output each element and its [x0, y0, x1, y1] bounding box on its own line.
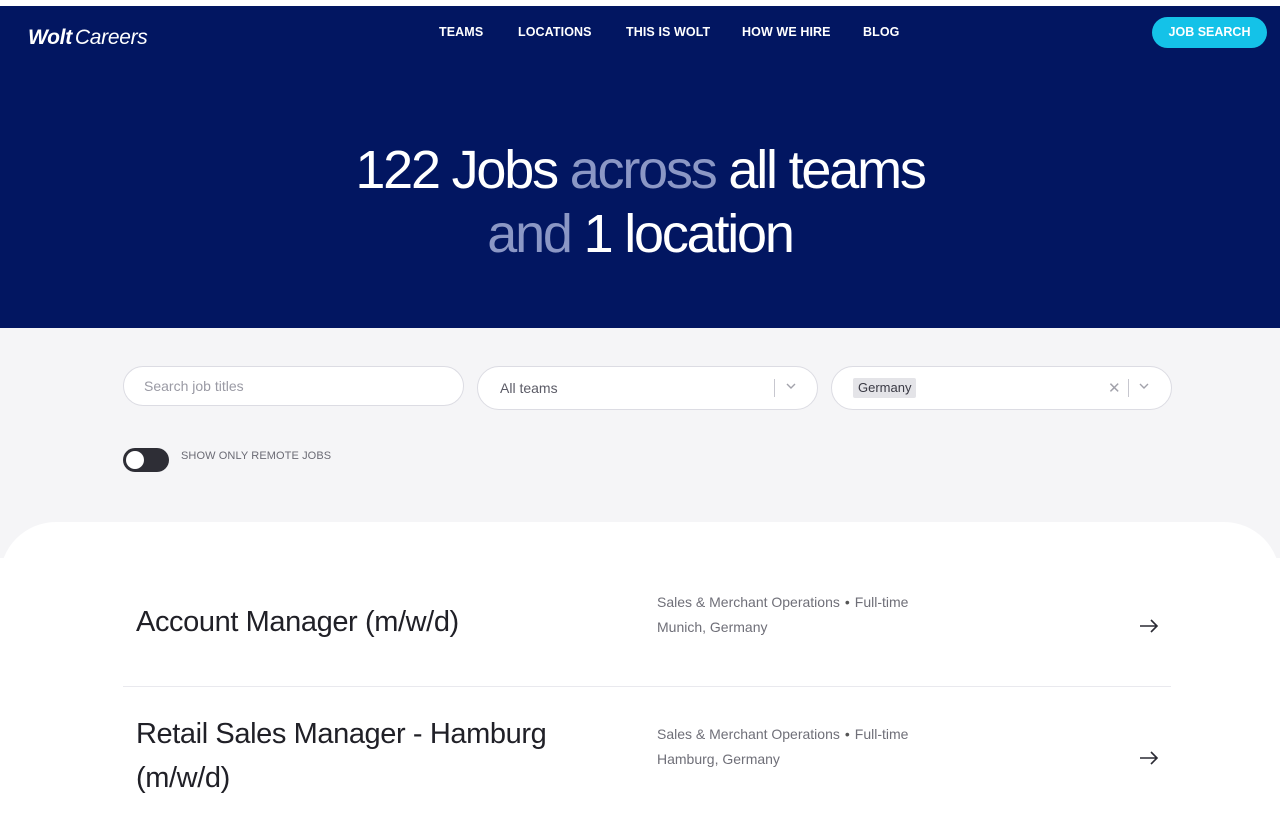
location-chip[interactable]: Germany	[853, 378, 917, 398]
job-location: Munich, Germany	[657, 619, 768, 635]
headline-across: across	[569, 140, 718, 200]
meta-separator: •	[844, 726, 850, 742]
job-meta: Sales & Merchant Operations • Full-time Mu…	[657, 590, 908, 640]
headline-all-teams: all teams	[728, 140, 926, 200]
teams-select[interactable]: All teams	[477, 366, 818, 410]
nav-how-we-hire[interactable]: HOW WE HIRE	[742, 25, 831, 39]
location-select[interactable]: Germany ✕	[831, 366, 1172, 410]
search-input[interactable]	[124, 367, 463, 405]
nav-blog[interactable]: BLOG	[863, 25, 900, 39]
job-meta: Sales & Merchant Operations • Full-time Ha…	[657, 722, 908, 772]
job-team: Sales & Merchant Operations	[657, 594, 840, 610]
chevron-down-icon[interactable]	[1136, 378, 1152, 394]
remote-jobs-toggle-label: SHOW ONLY REMOTE JOBS	[181, 450, 332, 462]
teams-select-value: All teams	[500, 380, 558, 396]
headline-location-count: 1 location	[583, 204, 795, 264]
job-title[interactable]: Account Manager (m/w/d)	[136, 600, 606, 644]
page-headline: 122 Jobs across all teams and 1 location	[0, 138, 1280, 266]
clear-icon[interactable]: ✕	[1108, 379, 1121, 397]
headline-job-count: 122 Jobs	[355, 140, 559, 200]
job-location: Hamburg, Germany	[657, 751, 780, 767]
job-list-item[interactable]: Account Manager (m/w/d) Sales & Merchant…	[123, 592, 1171, 662]
job-type: Full-time	[854, 726, 909, 742]
arrow-right-icon[interactable]	[1139, 618, 1159, 634]
search-field	[123, 366, 464, 406]
job-title[interactable]: Retail Sales Manager - Hamburg (m/w/d)	[136, 712, 606, 800]
chevron-down-icon[interactable]	[783, 378, 799, 394]
headline-and: and	[487, 204, 573, 264]
job-type: Full-time	[854, 594, 909, 610]
remote-jobs-toggle[interactable]	[123, 448, 169, 472]
nav-locations[interactable]: LOCATIONS	[518, 25, 592, 39]
job-team: Sales & Merchant Operations	[657, 726, 840, 742]
arrow-right-icon[interactable]	[1139, 750, 1159, 766]
row-divider	[123, 686, 1171, 687]
location-select-separator	[1128, 379, 1129, 397]
meta-separator: •	[844, 594, 850, 610]
nav-teams[interactable]: TEAMS	[439, 25, 483, 39]
job-search-button[interactable]: JOB SEARCH	[1152, 17, 1267, 48]
hero-banner: Wolt Careers TEAMS LOCATIONS THIS IS WOLT…	[0, 6, 1280, 328]
main-nav: TEAMS LOCATIONS THIS IS WOLT HOW WE HIRE…	[0, 25, 1280, 41]
toggle-knob	[126, 451, 144, 469]
job-list-item[interactable]: Retail Sales Manager - Hamburg (m/w/d) S…	[123, 712, 1171, 808]
nav-this-is-wolt[interactable]: THIS IS WOLT	[626, 25, 710, 39]
teams-select-separator	[774, 379, 775, 397]
